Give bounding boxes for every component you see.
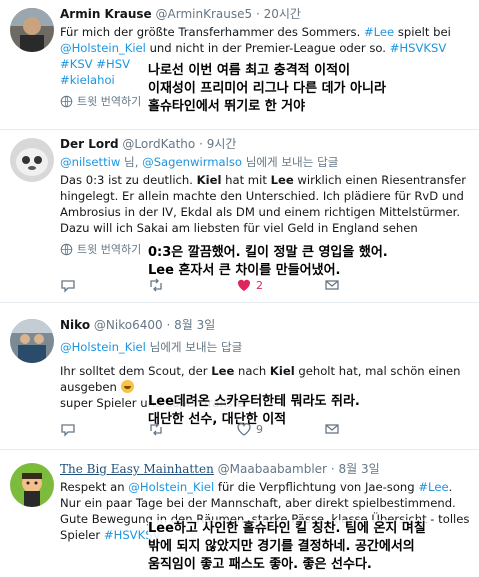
bold-keyword: Kiel: [269, 364, 295, 378]
tweet-armin-krause[interactable]: Armin Krause @ArminKrause5 · 20시간 Für mi…: [0, 0, 479, 130]
retweet-icon: [150, 278, 162, 292]
tweet-header: Armin Krause @ArminKrause5 · 20시간: [60, 6, 473, 22]
retweet-icon: [150, 422, 162, 436]
user-handle[interactable]: @Maabaabambler: [218, 462, 327, 476]
globe-icon: [60, 95, 73, 107]
reply-button[interactable]: [60, 277, 148, 293]
korean-translation-overlay: 0:3은 깔끔했어. 킬이 정말 큰 영입을 했어. Lee 혼자서 큰 차이를…: [148, 244, 388, 280]
heart-filled-icon: [237, 279, 251, 291]
retweet-button[interactable]: [148, 421, 236, 437]
user-handle[interactable]: @LordKatho: [122, 137, 195, 151]
like-button[interactable]: 9: [236, 421, 324, 437]
heart-icon: [237, 423, 251, 436]
mention-link[interactable]: @Sagenwirmalso: [142, 155, 242, 169]
mention-link[interactable]: @Holstein_Kiel: [128, 480, 214, 494]
avatar[interactable]: [10, 8, 54, 52]
mention-link[interactable]: @Holstein_Kiel: [60, 41, 146, 55]
like-count: 9: [256, 422, 263, 436]
text-segment: Für mich der größte Transferhammer des S…: [60, 25, 364, 39]
envelope-icon: [325, 280, 339, 290]
timestamp[interactable]: 20시간: [264, 7, 301, 21]
user-name[interactable]: Armin Krause: [60, 7, 152, 21]
separator-dot: ·: [330, 462, 335, 476]
reply-text: 님,: [120, 155, 143, 169]
tweet-header: Niko @Niko6400 · 8월 3일: [60, 317, 473, 333]
tweet-header: The Big Easy Mainhatten @Maabaabambler ·…: [60, 461, 473, 477]
avatar[interactable]: [10, 463, 54, 507]
message-button[interactable]: [324, 421, 412, 437]
reply-icon: [61, 280, 75, 293]
hashtag-link[interactable]: #kielahoi: [60, 73, 115, 87]
bold-keyword: Lee: [270, 173, 294, 187]
translate-label: 트윗 번역하기: [77, 243, 142, 256]
tweet-the-big-easy-mainhatten[interactable]: The Big Easy Mainhatten @Maabaabambler ·…: [0, 455, 479, 577]
separator-dot: ·: [199, 137, 203, 151]
reply-button[interactable]: [60, 421, 148, 437]
user-handle[interactable]: @Niko6400: [94, 318, 163, 332]
like-count: 2: [256, 278, 263, 292]
bold-keyword: Lee: [211, 364, 235, 378]
user-name[interactable]: The Big Easy Mainhatten: [60, 462, 214, 476]
translate-label: 트윗 번역하기: [77, 95, 142, 108]
overlay-line: Lee하고 사인한 홀슈타인 킬 칭찬. 팀에 온지 며칠: [148, 521, 426, 536]
overlay-line: 이재성이 프리미어 리그나 다른 데가 아니라: [148, 81, 386, 96]
user-name[interactable]: Niko: [60, 318, 90, 332]
grinning-face-icon: [120, 380, 134, 393]
avatar[interactable]: [10, 319, 54, 363]
tweet-actions: 2: [60, 277, 412, 293]
tweet-actions: 9: [60, 421, 412, 437]
avatar[interactable]: [10, 138, 54, 182]
message-button[interactable]: [324, 277, 412, 293]
timestamp[interactable]: 8월 3일: [174, 318, 215, 332]
reply-icon: [61, 424, 75, 437]
korean-translation-overlay: 나로선 이번 여름 최고 충격적 이적이 이재성이 프리미어 리그나 다른 데가…: [148, 62, 386, 116]
reply-text: 님에게 보내는 답글: [242, 155, 339, 169]
overlay-line: 나로선 이번 여름 최고 충격적 이적이: [148, 63, 351, 78]
overlay-line: 밖에 되지 않았지만 경기를 결정하네. 공간에서의: [148, 539, 415, 554]
text-segment: hat mit: [221, 173, 271, 187]
tweet-der-lord[interactable]: Der Lord @LordKatho · 9시간 @nilsettiw 님, …: [0, 130, 479, 303]
reply-text: 님에게 보내는 답글: [145, 340, 243, 354]
hashtag-link[interactable]: #Lee: [364, 25, 394, 39]
tweet-niko[interactable]: Niko @Niko6400 · 8월 3일 @Holstein_Kiel 님에…: [0, 311, 479, 450]
reply-context: @Holstein_Kiel 님에게 보내는 답글: [60, 339, 473, 355]
text-segment: und nicht in der Premier-League oder so.: [145, 41, 390, 55]
hashtag-link[interactable]: #Lee: [418, 480, 448, 494]
globe-icon: [60, 243, 73, 255]
overlay-line: 0:3은 깔끔했어. 킬이 정말 큰 영입을 했어.: [148, 245, 388, 260]
text-segment: spielt bei: [394, 25, 451, 39]
mention-link[interactable]: @nilsettiw: [60, 155, 120, 169]
separator-dot: ·: [166, 318, 171, 332]
tweet-header: Der Lord @LordKatho · 9시간: [60, 136, 473, 152]
overlay-line: 움직임이 좋고 패스도 좋아. 좋은 선수다.: [148, 557, 372, 572]
text-segment: für die Verpflichtung von Jae-song: [214, 480, 419, 494]
bold-keyword: Kiel: [196, 173, 222, 187]
overlay-line: 홀슈타인에서 뛰기로 한 거야: [148, 99, 306, 114]
korean-translation-overlay: Lee하고 사인한 홀슈타인 킬 칭찬. 팀에 온지 며칠 밖에 되지 않았지만…: [148, 520, 426, 574]
user-name[interactable]: Der Lord: [60, 137, 119, 151]
timestamp[interactable]: 9시간: [207, 137, 237, 151]
like-button[interactable]: 2: [236, 277, 324, 293]
envelope-icon: [325, 424, 339, 434]
text-segment: nach: [234, 364, 270, 378]
tweet-text: Das 0:3 ist zu deutlich. Kiel hat mit Le…: [60, 172, 473, 236]
text-segment: Das 0:3 ist zu deutlich.: [60, 173, 197, 187]
overlay-line: Lee데려온 스카우터한테 뭐라도 쥐라.: [148, 394, 360, 409]
timestamp[interactable]: 8월 3일: [338, 462, 379, 476]
separator-dot: ·: [255, 7, 260, 21]
retweet-button[interactable]: [148, 277, 236, 293]
text-segment: Respekt an: [60, 480, 129, 494]
mention-link[interactable]: @Holstein_Kiel: [60, 340, 146, 354]
reply-context: @nilsettiw 님, @Sagenwirmalso 님에게 보내는 답글: [60, 154, 473, 170]
text-segment: Ihr solltet dem Scout, der: [60, 364, 212, 378]
user-handle[interactable]: @ArminKrause5: [156, 7, 253, 21]
